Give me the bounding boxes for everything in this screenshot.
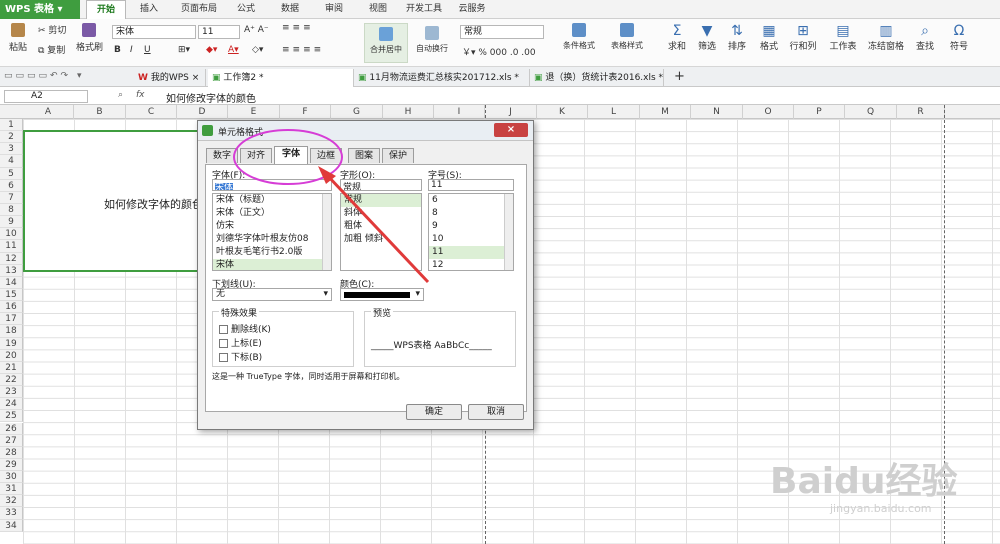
watermark-url: jingyan.baidu.com <box>830 502 932 515</box>
watermark-logo: Baidu经验 <box>770 461 958 502</box>
pointer-arrow <box>324 172 430 284</box>
